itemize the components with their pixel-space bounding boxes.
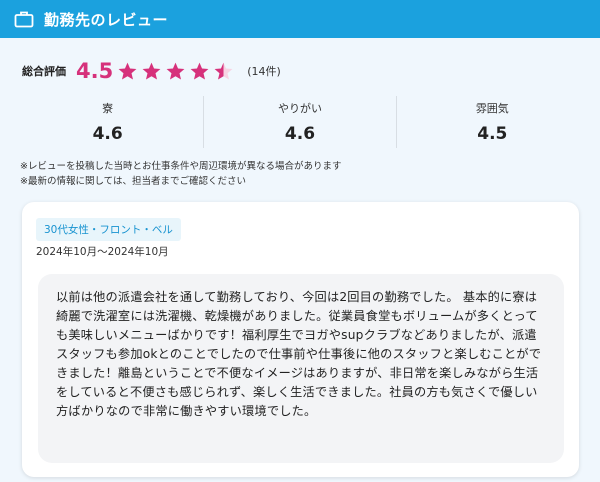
reviewer-tag: 30代女性・フロント・ベル [36,218,181,241]
disclaimer-note: ※レビューを投稿した当時とお仕事条件や周辺環境が異なる場合があります [20,161,342,172]
metric-label: 寮 [102,102,114,115]
category-ratings: 寮 4.6 やりがい 4.6 雰囲気 4.5 [12,96,588,148]
star-full-icon [118,62,137,80]
disclaimer-note: ※最新の情報に関しては、担当者までご確認ください [20,176,246,187]
star-full-icon [190,62,209,80]
work-period: 2024年10月～2024年10月 [36,246,169,258]
metric-dorm: 寮 4.6 [12,96,205,148]
metric-label: やりがい [277,102,322,115]
star-half-icon [214,62,233,80]
metric-label: 雰囲気 [475,102,509,115]
review-count: (14件) [247,65,281,78]
briefcase-icon [14,9,34,29]
metric-value: 4.6 [284,124,316,144]
star-full-icon [142,62,161,80]
section-header: 勤務先のレビュー [0,0,600,38]
star-rating [117,61,237,82]
overall-rating-label: 総合評価 [22,65,66,78]
review-card: 30代女性・フロント・ベル 2024年10月～2024年10月 以前は他の派遣会… [22,202,579,477]
metric-atmosphere: 雰囲気 4.5 [397,96,588,148]
metric-value: 4.5 [477,124,508,144]
star-full-icon [166,62,185,80]
overall-rating-score: 4.5 [76,59,114,83]
metric-rewarding: やりがい 4.6 [204,96,397,148]
disclaimer-notes: ※レビューを投稿した当時とお仕事条件や周辺環境が異なる場合があります ※最新の情… [20,159,341,189]
section-title: 勤務先のレビュー [44,10,169,29]
review-text: 以前は他の派遣会社を通して勤務しており、今回は2回目の勤務でした。 基本的に寮は… [56,290,542,418]
metric-value: 4.6 [92,124,123,144]
review-body: 以前は他の派遣会社を通して勤務しており、今回は2回目の勤務でした。 基本的に寮は… [38,274,564,463]
overall-rating: 総合評価 4.5 (14件) [22,58,281,84]
